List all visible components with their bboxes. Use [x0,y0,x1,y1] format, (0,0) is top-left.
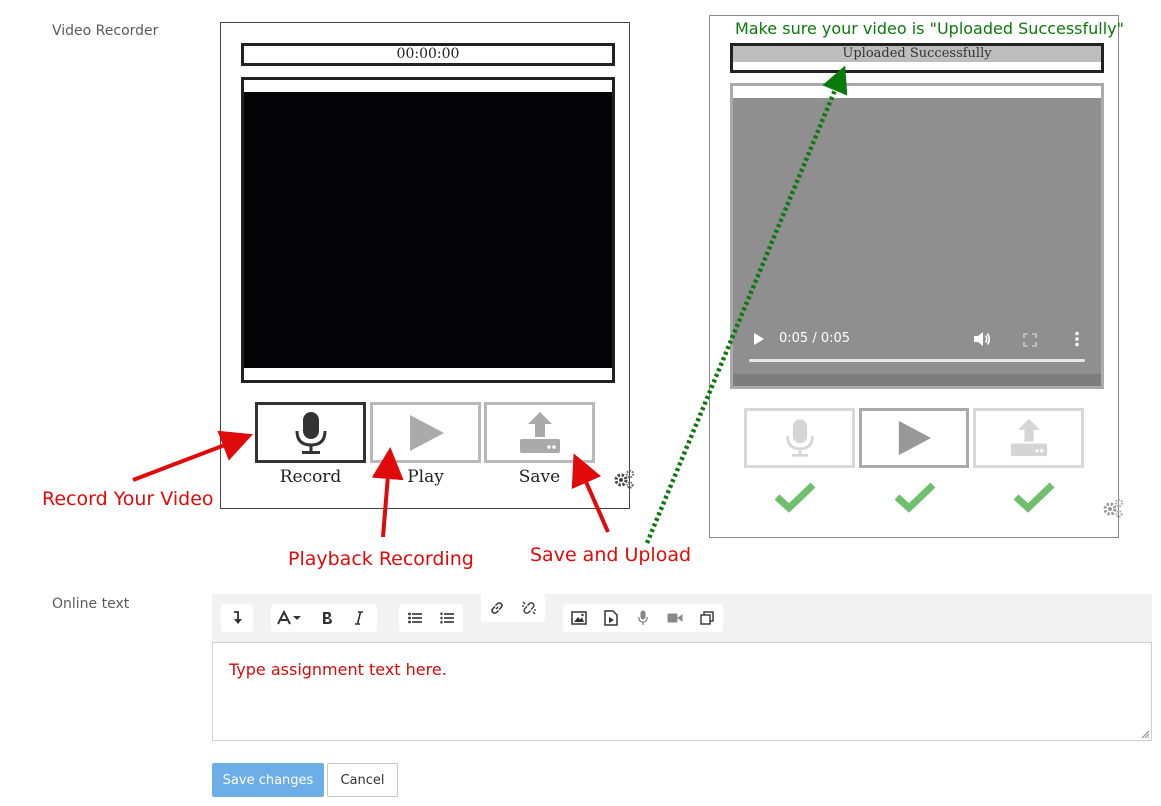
insert-link-button[interactable] [481,594,513,622]
cancel-button[interactable]: Cancel [327,763,398,797]
annotation-record: Record Your Video [42,488,214,510]
annotation-save-upload: Save and Upload [530,544,692,566]
font-style-icon [277,610,301,625]
annotation-playback: Playback Recording [288,548,474,570]
resize-handle-icon[interactable] [1140,729,1150,739]
record-video-button[interactable] [659,604,691,632]
arrow-to-save [571,453,610,533]
collapse-toolbar-button[interactable] [221,604,253,632]
online-text-label: Online text [52,596,130,612]
bold-button[interactable] [311,604,343,632]
editor-content[interactable]: Type assignment text here. [229,660,447,679]
toolbar-group-collapse [221,604,253,632]
manage-files-icon [700,611,714,625]
annotation-make-sure: Make sure your video is "Uploaded Succes… [735,19,1124,38]
record-audio-button[interactable] [627,604,659,632]
unlink-icon [522,601,536,615]
collapse-arrow-icon [234,611,242,624]
image-icon [571,611,587,625]
italic-icon [355,611,363,625]
unlink-button[interactable] [513,594,545,622]
toolbar-group-links [481,594,545,622]
video-camera-icon [667,613,683,623]
online-text-editor[interactable]: Type assignment text here. [212,642,1152,741]
toolbar-group-format [271,604,377,632]
bold-icon [323,612,332,624]
unordered-list-button[interactable] [399,604,431,632]
toolbar-group-lists [399,604,463,632]
arrow-to-play [371,447,404,538]
media-file-icon [604,610,618,626]
arrow-to-record [132,430,253,482]
link-icon [491,602,503,614]
italic-button[interactable] [343,604,375,632]
insert-image-button[interactable] [563,604,595,632]
editor-toolbar [212,594,1152,642]
bullet-list-icon [408,612,422,624]
manage-files-button[interactable] [691,604,723,632]
save-changes-button[interactable]: Save changes [212,763,324,797]
insert-media-button[interactable] [595,604,627,632]
font-style-button[interactable] [271,604,311,632]
numbered-list-icon [440,612,454,624]
toolbar-group-media [563,604,723,632]
arrow-to-status [644,65,848,544]
ordered-list-button[interactable] [431,604,463,632]
microphone-icon [638,610,648,625]
